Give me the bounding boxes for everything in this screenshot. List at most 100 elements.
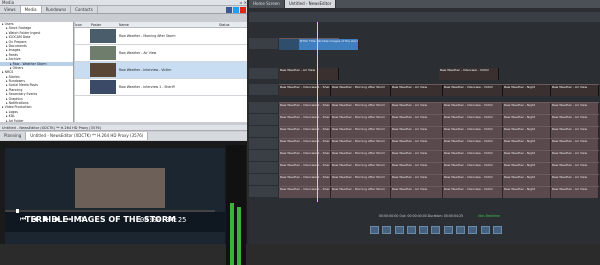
timeline-clip[interactable]: Raw Weather - Interview - Victim [439, 68, 499, 80]
audio-clip[interactable]: Raw Weather - Night [503, 187, 551, 198]
audio-clip[interactable]: Raw Weather - Morning After Storm [331, 103, 391, 114]
track-header[interactable] [249, 84, 278, 96]
scrub-bar[interactable] [0, 209, 247, 213]
track-header[interactable] [249, 138, 278, 150]
track-header[interactable] [249, 114, 278, 126]
audio-clip[interactable]: Raw Weather - Interview - Victim [443, 139, 503, 150]
track-header[interactable] [249, 174, 278, 186]
audio-clip[interactable]: Raw Weather - Night [503, 163, 551, 174]
timeline-clip[interactable]: Raw Weather - Interview 1 - Sheriff [279, 85, 331, 96]
audio-clip[interactable]: Raw Weather - Interview 1 - Sheriff [279, 151, 331, 162]
col-icon[interactable]: Icon [75, 22, 89, 27]
tool-select-icon[interactable] [370, 226, 379, 234]
audio-clip[interactable]: Raw Weather - Morning After Storm [331, 151, 391, 162]
tool-marker-icon[interactable] [443, 226, 453, 234]
audio-clip[interactable]: Raw Weather - Air View [551, 103, 599, 114]
tab-planning[interactable]: Planning [0, 132, 27, 140]
audio-clip[interactable]: Raw Weather - Morning After Storm [331, 163, 391, 174]
track-header[interactable] [249, 186, 278, 198]
audio-clip[interactable]: Raw Weather - Air View [391, 163, 443, 174]
tab-contacts[interactable]: Contacts [71, 6, 98, 13]
tool-razor-icon[interactable] [382, 226, 392, 234]
playhead[interactable] [317, 22, 318, 202]
timeline-clip[interactable]: Raw Weather - Air View [391, 85, 443, 96]
audio-clip[interactable]: Raw Weather - Morning After Storm [331, 139, 391, 150]
audio-clip[interactable]: Raw Weather - Air View [551, 163, 599, 174]
timeline-clip[interactable]: Raw Weather - Air View [279, 68, 339, 80]
go-start-icon[interactable]: ⏮ [20, 215, 26, 224]
tool-audio-icon[interactable] [480, 226, 490, 234]
timeline-clip[interactable]: Raw Weather - Interview - Victim [443, 85, 503, 96]
step-forward-icon[interactable]: ▶ [55, 215, 60, 224]
tab-news-editor[interactable]: Untitled - NewsEditor [284, 0, 337, 8]
tool-snap-icon[interactable] [431, 226, 441, 234]
step-back-icon[interactable]: ◀ [32, 215, 37, 224]
audio-clip[interactable]: Raw Weather - Night [503, 127, 551, 138]
tool-export-icon[interactable] [492, 226, 502, 234]
audio-clip[interactable]: Raw Weather - Interview 1 - Sheriff [279, 103, 331, 114]
audio-clip[interactable]: Raw Weather - Interview 1 - Sheriff [279, 163, 331, 174]
audio-clip[interactable]: Raw Weather - Interview - Victim [443, 151, 503, 162]
audio-clip[interactable]: Raw Weather - Night [503, 151, 551, 162]
play-icon[interactable]: ▶ [44, 215, 49, 224]
audio-clip[interactable]: Raw Weather - Interview 1 - Sheriff [279, 127, 331, 138]
tool-zoom-in-icon[interactable] [455, 226, 465, 234]
track-header[interactable] [249, 150, 278, 162]
tool-zoom-out-icon[interactable] [468, 226, 478, 234]
tree-item[interactable]: ▸ Ad Folder [0, 119, 73, 123]
tab-home-screen[interactable]: Home Screen [249, 0, 285, 8]
audio-clip[interactable]: Raw Weather - Interview - Victim [443, 127, 503, 138]
col-name[interactable]: Name [119, 22, 219, 27]
tool-ripple-icon[interactable] [406, 226, 416, 234]
facebook-icon[interactable] [226, 7, 232, 13]
audio-clip[interactable]: Raw Weather - Air View [391, 139, 443, 150]
audio-clip[interactable]: Raw Weather - Interview 1 - Sheriff [279, 115, 331, 126]
track-header[interactable] [249, 102, 278, 114]
timeline-clip[interactable]: Raw Weather - Morning After Storm [331, 85, 391, 96]
tab-editor[interactable]: Untitled - NewsEditor (XDCTK) ** H.264 H… [26, 132, 149, 140]
tool-slip-icon[interactable] [419, 226, 429, 234]
audio-clip[interactable]: Raw Weather - Air View [551, 139, 599, 150]
tab-views[interactable]: Views [0, 6, 21, 13]
col-status[interactable]: Status [219, 22, 230, 27]
audio-clip[interactable]: Raw Weather - Air View [391, 151, 443, 162]
loop-icon[interactable]: ⟳ [79, 215, 85, 224]
col-poster[interactable]: Poster [89, 22, 119, 27]
track-header[interactable] [249, 126, 278, 138]
list-item[interactable]: Raw Weather - Interview - Victim [75, 62, 247, 79]
window-controls-icon[interactable]: ▫ ✕ [240, 0, 247, 5]
audio-clip[interactable]: Raw Weather - Morning After Storm [331, 127, 391, 138]
video-frame[interactable]: TERRIBLE IMAGES OF THE STORM [5, 148, 225, 244]
audio-clip[interactable]: Raw Weather - Air View [551, 127, 599, 138]
audio-clip[interactable]: Raw Weather - Air View [391, 127, 443, 138]
audio-clip[interactable]: Raw Weather - Interview - Victim [443, 187, 503, 198]
track-header[interactable] [249, 68, 278, 80]
audio-clip[interactable]: Raw Weather - Air View [391, 187, 443, 198]
timeline-clip[interactable]: Raw Weather - Night [503, 85, 551, 96]
audio-clip[interactable]: Raw Weather - Interview - Victim [443, 103, 503, 114]
twitter-icon[interactable] [233, 7, 239, 13]
scrub-handle[interactable] [16, 209, 19, 213]
youtube-icon[interactable] [240, 7, 246, 13]
audio-clip[interactable]: Raw Weather - Night [503, 139, 551, 150]
audio-clip[interactable]: Raw Weather - Night [503, 115, 551, 126]
audio-clip[interactable]: Raw Weather - Morning After Storm [331, 115, 391, 126]
audio-clip[interactable]: Raw Weather - Interview - Victim [443, 175, 503, 186]
audio-clip[interactable]: Raw Weather - Air View [551, 115, 599, 126]
track-header[interactable] [249, 38, 278, 50]
audio-clip[interactable]: Raw Weather - Air View [551, 187, 599, 198]
audio-clip[interactable]: Raw Weather - Air View [551, 175, 599, 186]
go-end-icon[interactable]: ⏭ [66, 215, 72, 224]
audio-clip[interactable]: Raw Weather - Air View [391, 175, 443, 186]
tab-rundowns[interactable]: Rundowns [42, 6, 72, 13]
audio-clip[interactable]: Raw Weather - Morning After Storm [331, 187, 391, 198]
audio-clip[interactable]: Raw Weather - Night [503, 175, 551, 186]
timeline-clip[interactable]: Raw Weather - Air View [551, 85, 599, 96]
audio-clip[interactable]: Raw Weather - Air View [391, 103, 443, 114]
audio-clip[interactable]: Raw Weather - Interview 1 - Sheriff [279, 139, 331, 150]
tab-media[interactable]: Media [20, 6, 42, 13]
audio-clip[interactable]: Raw Weather - Air View [391, 115, 443, 126]
list-item[interactable]: Raw Weather - Morning After Storm [75, 28, 247, 45]
list-item[interactable]: Raw Weather - Air View [75, 45, 247, 62]
tool-trim-icon[interactable] [394, 226, 404, 234]
